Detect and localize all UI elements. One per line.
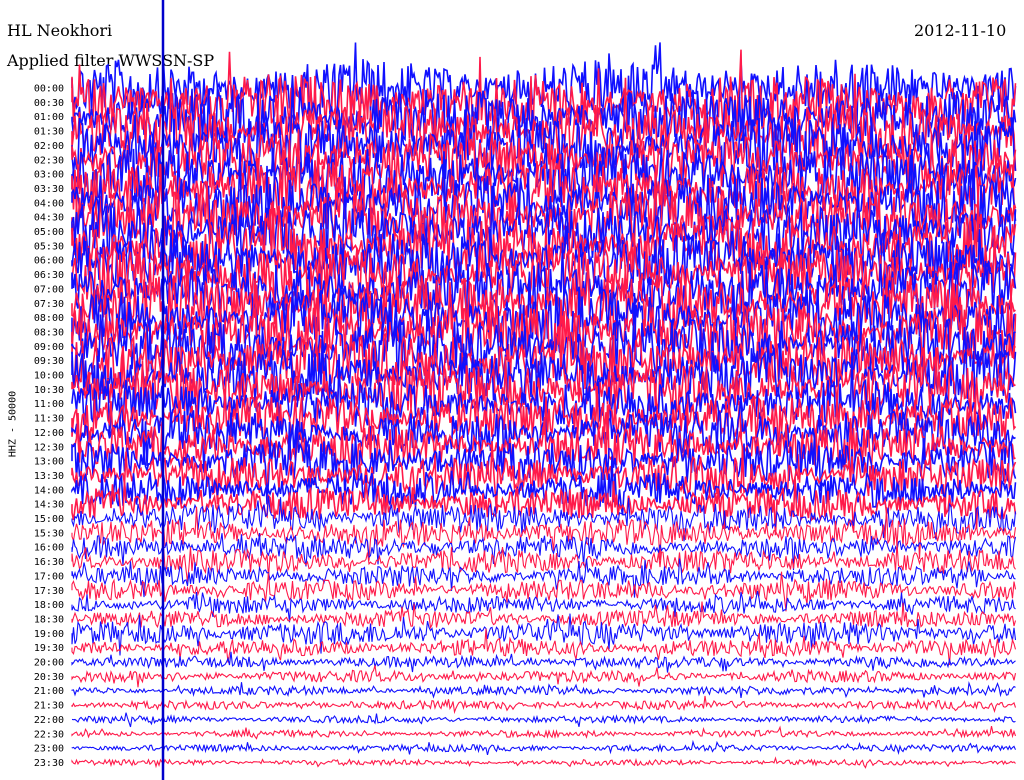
trace-2030 <box>71 665 1017 688</box>
tick-label-0730: 07:30 <box>34 299 64 310</box>
tick-label-1930: 19:30 <box>34 643 64 654</box>
tick-label-1230: 12:30 <box>34 442 64 453</box>
tick-label-2000: 20:00 <box>34 658 64 669</box>
tick-label-1100: 11:00 <box>34 399 64 410</box>
tick-label-1730: 17:30 <box>34 586 64 597</box>
tick-label-1000: 10:00 <box>34 371 64 382</box>
tick-label-0130: 01:30 <box>34 127 64 138</box>
helicorder-plot: 00:00 00:30 01:00 01:30 02:00 02:30 03:00 03:30… <box>34 0 1017 780</box>
tick-label-1500: 15:00 <box>34 514 64 525</box>
trace-2000 <box>71 651 1016 673</box>
tick-label-1300: 13:00 <box>34 457 64 468</box>
tick-label-0030: 00:30 <box>34 98 64 109</box>
trace-2130 <box>71 695 1017 715</box>
time-tick-labels: 00:00 00:30 01:00 01:30 02:00 02:30 03:00 03:30… <box>34 84 64 769</box>
tick-label-2200: 22:00 <box>34 715 64 726</box>
tick-label-1400: 14:00 <box>34 485 64 496</box>
tick-label-0430: 04:30 <box>34 213 64 224</box>
tick-label-0500: 05:00 <box>34 227 64 238</box>
trace-2200 <box>71 712 1016 728</box>
trace-layer <box>71 42 1017 769</box>
tick-label-1830: 18:30 <box>34 614 64 625</box>
tick-label-0830: 08:30 <box>34 327 64 338</box>
tick-label-2330: 23:30 <box>34 758 64 769</box>
trace-2100 <box>71 681 1016 699</box>
trace-2300 <box>71 739 1017 756</box>
tick-label-1130: 11:30 <box>34 414 64 425</box>
tick-label-1800: 18:00 <box>34 600 64 611</box>
trace-2330 <box>71 756 1016 769</box>
tick-label-0000: 00:00 <box>34 84 64 95</box>
tick-label-0700: 07:00 <box>34 284 64 295</box>
tick-label-1700: 17:00 <box>34 571 64 582</box>
tick-label-0400: 04:00 <box>34 198 64 209</box>
tick-label-1630: 16:30 <box>34 557 64 568</box>
tick-label-2300: 23:00 <box>34 744 64 755</box>
tick-label-1030: 10:30 <box>34 385 64 396</box>
tick-label-2100: 21:00 <box>34 686 64 697</box>
tick-label-0200: 02:00 <box>34 141 64 152</box>
tick-label-2130: 21:30 <box>34 701 64 712</box>
trace-2230 <box>71 725 1017 740</box>
tick-label-1600: 16:00 <box>34 543 64 554</box>
tick-label-0230: 02:30 <box>34 155 64 166</box>
tick-label-1200: 12:00 <box>34 428 64 439</box>
tick-label-0800: 08:00 <box>34 313 64 324</box>
tick-label-2030: 20:30 <box>34 672 64 683</box>
tick-label-0100: 01:00 <box>34 112 64 123</box>
tick-label-1430: 14:30 <box>34 500 64 511</box>
tick-label-2230: 22:30 <box>34 729 64 740</box>
tick-label-0630: 06:30 <box>34 270 64 281</box>
tick-label-0930: 09:30 <box>34 356 64 367</box>
tick-label-1900: 19:00 <box>34 629 64 640</box>
tick-label-0300: 03:00 <box>34 170 64 181</box>
tick-label-0530: 05:30 <box>34 241 64 252</box>
tick-label-1330: 13:30 <box>34 471 64 482</box>
tick-label-1530: 15:30 <box>34 528 64 539</box>
tick-label-0330: 03:30 <box>34 184 64 195</box>
tick-label-0900: 09:00 <box>34 342 64 353</box>
tick-label-0600: 06:00 <box>34 256 64 267</box>
